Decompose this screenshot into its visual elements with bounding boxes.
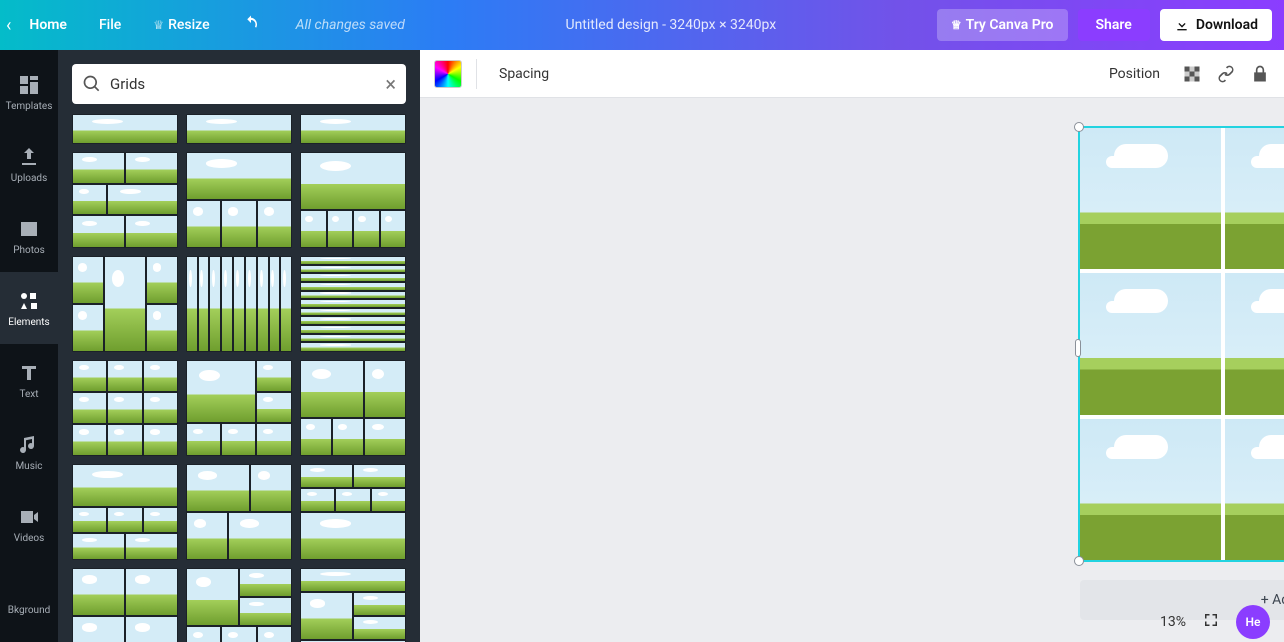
back-chevron-icon[interactable]: ‹ (0, 15, 17, 36)
elements-icon (17, 289, 41, 313)
zoom-level[interactable]: 13% (1160, 614, 1186, 630)
spacing-button[interactable]: Spacing (491, 60, 557, 88)
grids-results[interactable] (72, 114, 406, 642)
grid-thumbnail[interactable] (300, 152, 406, 248)
rail-music[interactable]: Music (0, 416, 58, 488)
photos-icon (17, 217, 41, 241)
grid-cell[interactable] (1080, 128, 1221, 269)
grid-thumbnail[interactable] (72, 256, 178, 352)
videos-icon (17, 505, 41, 529)
grid-thumbnail[interactable] (186, 114, 292, 144)
rail-templates[interactable]: Templates (0, 56, 58, 128)
grid-cell[interactable] (1225, 128, 1284, 269)
download-icon (1174, 17, 1190, 33)
grid-thumbnail[interactable] (186, 464, 292, 560)
grid-thumbnail[interactable] (186, 568, 292, 642)
music-icon (17, 433, 41, 457)
rail-elements[interactable]: Elements (0, 272, 58, 344)
grid-cell[interactable] (1225, 273, 1284, 414)
link-icon[interactable] (1216, 64, 1236, 84)
crown-icon: ♕ (153, 18, 164, 32)
fullscreen-button[interactable] (1202, 611, 1220, 633)
transparency-icon[interactable] (1182, 64, 1202, 84)
canvas-area: Spacing Position (420, 50, 1284, 642)
grid-thumbnail[interactable] (300, 464, 406, 560)
position-button[interactable]: Position (1101, 60, 1168, 88)
bottom-status-bar: 13% He (420, 602, 1284, 642)
download-button[interactable]: Download (1160, 9, 1272, 41)
home-button[interactable]: Home (23, 9, 81, 41)
grid-thumbnail[interactable] (72, 114, 178, 144)
search-icon (82, 74, 102, 94)
rail-background[interactable]: Bkground (0, 560, 58, 632)
background-icon (17, 577, 41, 601)
grid-cell[interactable] (1080, 273, 1221, 414)
selection-handle-bl[interactable] (1074, 556, 1084, 566)
context-toolbar: Spacing Position (420, 50, 1284, 98)
resize-button[interactable]: ♕Resize (139, 9, 223, 41)
share-button[interactable]: Share (1078, 9, 1150, 41)
search-field[interactable]: × (72, 64, 406, 104)
grid-thumbnail[interactable] (72, 568, 178, 642)
grid-thumbnail[interactable] (72, 360, 178, 456)
search-input[interactable] (110, 75, 377, 93)
crown-icon: ♕ (951, 18, 962, 32)
grid-thumbnail[interactable] (186, 152, 292, 248)
clear-search-button[interactable]: × (385, 72, 396, 96)
color-picker-button[interactable] (434, 60, 462, 88)
templates-icon (17, 73, 41, 97)
grid-thumbnail[interactable] (300, 114, 406, 144)
canvas-page[interactable] (1080, 128, 1284, 560)
grid-thumbnail[interactable] (186, 360, 292, 456)
undo-button[interactable] (228, 6, 274, 44)
text-icon (17, 361, 41, 385)
selection-handle-tl[interactable] (1074, 122, 1084, 132)
grid-thumbnail[interactable] (300, 568, 406, 642)
left-nav-rail: Templates Uploads Photos Elements Text M… (0, 50, 58, 642)
elements-panel: × (58, 50, 420, 642)
try-canva-pro-button[interactable]: ♕Try Canva Pro (937, 9, 1068, 41)
rail-photos[interactable]: Photos (0, 200, 58, 272)
rail-videos[interactable]: Videos (0, 488, 58, 560)
rail-uploads[interactable]: Uploads (0, 128, 58, 200)
grid-thumbnail[interactable] (300, 256, 406, 352)
grid-cell[interactable] (1080, 419, 1221, 560)
lock-icon[interactable] (1250, 64, 1270, 84)
rail-text[interactable]: Text (0, 344, 58, 416)
grid-thumbnail[interactable] (72, 464, 178, 560)
document-title[interactable]: Untitled design - 3240px × 3240px (405, 17, 937, 33)
workspace[interactable]: + Add page 13% He (420, 98, 1284, 642)
grid-thumbnail[interactable] (186, 256, 292, 352)
top-menu-bar: ‹ Home File ♕Resize All changes saved Un… (0, 0, 1284, 50)
selection-handle-l[interactable] (1075, 339, 1081, 357)
help-button[interactable]: He (1236, 605, 1270, 639)
grid-thumbnail[interactable] (300, 360, 406, 456)
uploads-icon (17, 145, 41, 169)
grid-thumbnail[interactable] (72, 152, 178, 248)
save-status: All changes saved (296, 17, 405, 33)
file-menu[interactable]: File (85, 9, 135, 41)
grid-cell[interactable] (1225, 419, 1284, 560)
